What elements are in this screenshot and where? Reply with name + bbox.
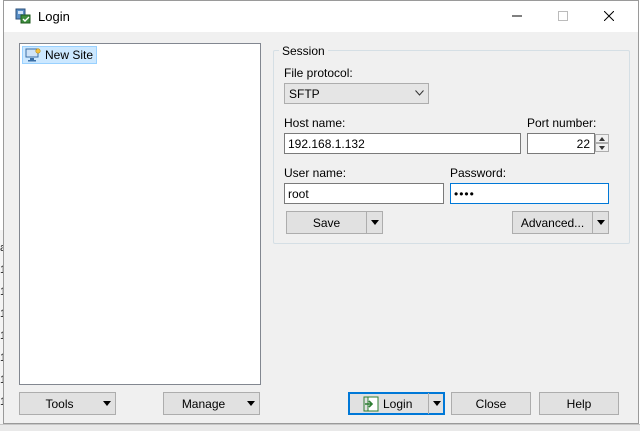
user-name-label: User name: [284,166,347,180]
maximize-icon [558,11,568,21]
login-dropdown-toggle[interactable] [428,393,444,414]
user-name-input[interactable]: root [284,183,444,204]
host-name-label: Host name: [284,116,346,130]
save-dropdown-toggle[interactable] [366,212,382,233]
file-protocol-label: File protocol: [284,66,353,80]
advanced-button-label: Advanced... [520,215,585,230]
caret-down-icon [247,401,255,406]
minimize-icon [512,15,522,17]
host-name-input[interactable]: 192.168.1.132 [284,133,521,154]
tree-item-new-site[interactable]: New Site [22,46,98,64]
minimize-button[interactable] [494,1,540,31]
title-bar[interactable]: Login [4,1,638,32]
password-label: Password: [450,166,507,180]
manage-button-label: Manage [181,396,226,411]
login-button-label: Login [383,396,413,411]
close-window-button[interactable] [586,1,632,31]
login-dialog: Login New Site Session File protocol: SF… [3,0,639,424]
manage-button[interactable]: Manage [163,392,260,415]
login-button[interactable]: Login [348,392,445,415]
caret-down-icon [370,220,379,225]
close-button-label: Close [475,396,507,411]
caret-down-icon [432,401,441,406]
help-button[interactable]: Help [539,392,619,415]
tools-button[interactable]: Tools [19,392,116,415]
save-button[interactable]: Save [286,211,383,234]
close-button[interactable]: Close [451,392,531,415]
maximize-button[interactable] [540,1,586,31]
window-title: Login [38,9,70,24]
spin-up-button[interactable] [595,134,609,143]
spin-down-button[interactable] [595,143,609,152]
session-group-title: Session [279,44,328,58]
advanced-dropdown-toggle[interactable] [592,212,608,233]
login-icon [363,396,379,411]
arrow-down-icon [599,145,605,150]
advanced-button[interactable]: Advanced... [512,211,609,234]
tree-item-label: New Site [45,48,94,62]
close-icon [604,11,614,21]
chevron-down-icon [415,90,424,96]
tools-button-label: Tools [45,396,74,411]
caret-down-icon [596,220,605,225]
save-button-label: Save [312,215,341,230]
caret-down-icon [103,401,111,406]
port-number-input[interactable]: 22 [527,133,595,154]
port-number-spinner[interactable] [595,134,609,153]
port-number-label: Port number: [527,116,597,130]
file-protocol-select[interactable]: SFTP [284,83,429,104]
file-protocol-value: SFTP [289,87,320,101]
site-tree[interactable]: New Site [19,43,261,385]
password-input[interactable]: •••• [450,183,609,204]
arrow-up-icon [599,136,605,141]
manage-dropdown-toggle[interactable] [243,393,259,414]
computer-icon [25,48,41,62]
tools-dropdown-toggle[interactable] [99,393,115,414]
winscp-app-icon [15,8,31,24]
help-button-label: Help [566,396,592,411]
